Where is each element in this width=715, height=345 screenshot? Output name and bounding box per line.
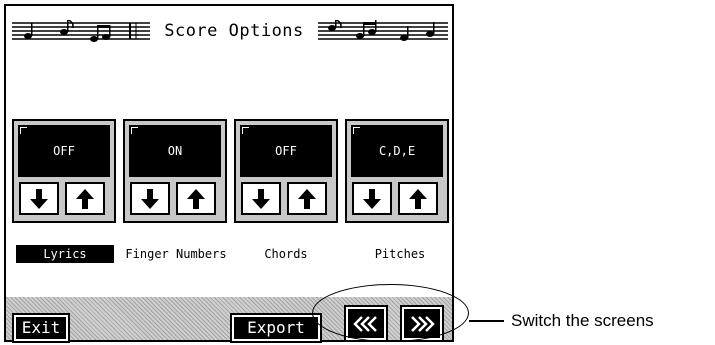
finger-numbers-value: ON: [167, 144, 183, 158]
lyrics-value-display: OFF: [18, 125, 110, 177]
pitches-label[interactable]: Pitches: [352, 245, 448, 263]
chords-down-button[interactable]: [241, 182, 281, 215]
exit-button[interactable]: Exit: [12, 313, 70, 343]
display-corner-mark: [20, 127, 27, 134]
page-title: Score Options: [164, 21, 304, 41]
arrow-down-icon: [141, 188, 159, 209]
arrow-down-icon: [363, 188, 381, 209]
arrow-down-icon: [252, 188, 270, 209]
pitches-control: C,D,E: [345, 119, 449, 223]
callout-leader-line: [469, 320, 504, 322]
pitches-down-button[interactable]: [352, 182, 392, 215]
pitches-up-button[interactable]: [398, 182, 438, 215]
export-button[interactable]: Export: [230, 313, 322, 343]
lyrics-up-button[interactable]: [65, 182, 105, 215]
title-bar: Score Options: [8, 12, 452, 58]
lyrics-down-button[interactable]: [19, 182, 59, 215]
finger-numbers-value-display: ON: [129, 125, 221, 177]
lyrics-value: OFF: [53, 144, 75, 158]
callout-text: Switch the screens: [511, 311, 654, 330]
chords-up-button[interactable]: [287, 182, 327, 215]
music-staff-left-icon: [12, 20, 150, 42]
chords-value-display: OFF: [240, 125, 332, 177]
music-staff-right-icon: [318, 20, 448, 41]
lyrics-control: OFF: [12, 119, 116, 223]
chords-label[interactable]: Chords: [238, 245, 334, 263]
arrow-up-icon: [298, 188, 316, 209]
finger-numbers-down-button[interactable]: [130, 182, 170, 215]
arrow-down-icon: [30, 188, 48, 209]
display-corner-mark: [242, 127, 249, 134]
display-corner-mark: [353, 127, 360, 134]
arrow-up-icon: [409, 188, 427, 209]
callout-ellipse: [312, 284, 469, 342]
pitches-value: C,D,E: [378, 144, 416, 158]
chords-value: OFF: [275, 144, 297, 158]
finger-numbers-control: ON: [123, 119, 227, 223]
display-corner-mark: [131, 127, 138, 134]
chords-control: OFF: [234, 119, 338, 223]
arrow-up-icon: [76, 188, 94, 209]
finger-numbers-label[interactable]: Finger Numbers: [118, 245, 234, 263]
pitches-value-display: C,D,E: [351, 125, 443, 177]
finger-numbers-up-button[interactable]: [176, 182, 216, 215]
arrow-up-icon: [187, 188, 205, 209]
lyrics-label[interactable]: Lyrics: [16, 245, 114, 263]
